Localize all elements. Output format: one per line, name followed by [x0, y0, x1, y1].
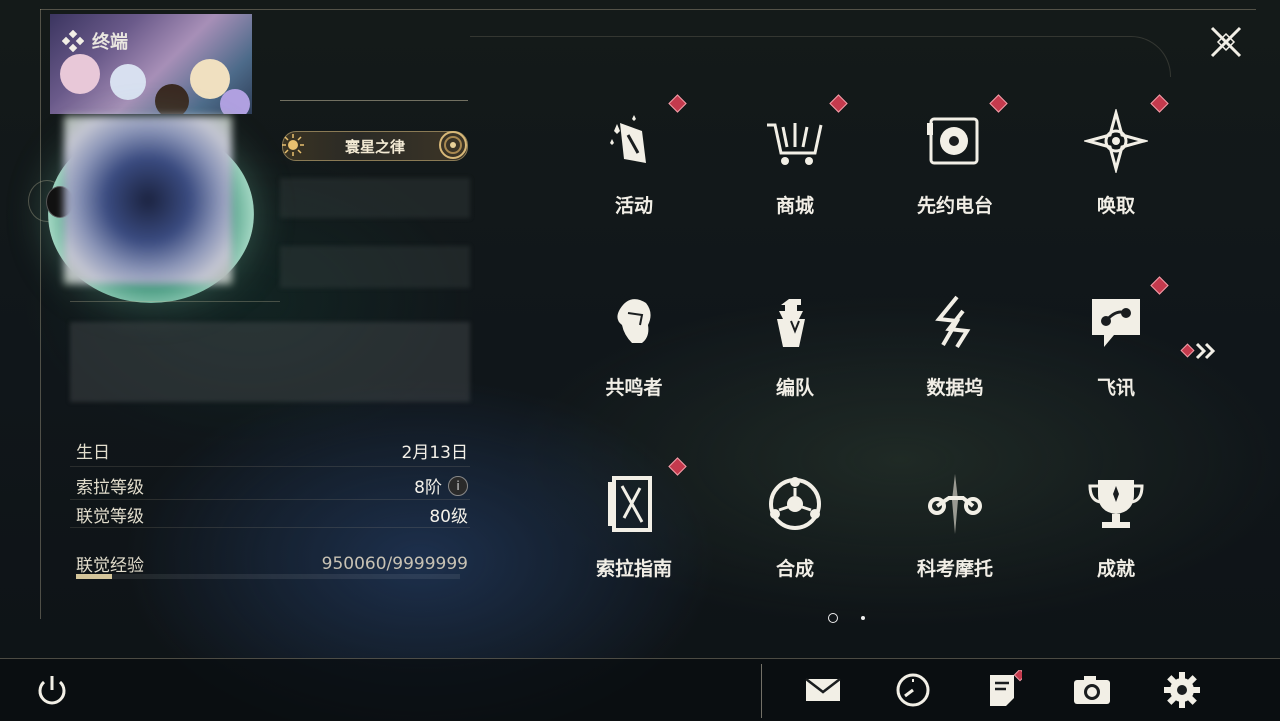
next-page-alert-dot	[1180, 343, 1195, 358]
settings-icon	[1164, 672, 1200, 708]
alert-dot	[829, 94, 848, 113]
settings-button[interactable]	[1162, 670, 1202, 710]
alert-dot	[989, 94, 1008, 113]
union-level-value: 80级	[429, 507, 468, 527]
menu-item-team[interactable]: 编队	[715, 267, 875, 427]
row-divider	[70, 499, 470, 500]
union-exp-label: 联觉经验	[76, 556, 144, 576]
menu-item-motorcycle[interactable]: 科考摩托	[875, 448, 1035, 608]
motorcycle-icon	[928, 474, 982, 534]
menu-item-convene[interactable]: 唤取	[1036, 85, 1196, 245]
menu-item-guidebook[interactable]: 索拉指南	[554, 448, 714, 608]
menu-item-label: 先约电台	[916, 195, 993, 217]
terminal-icon	[62, 30, 84, 52]
menu-item-label: 活动	[614, 195, 653, 217]
menu-item-label: 唤取	[1096, 195, 1135, 217]
next-page-button[interactable]	[1180, 340, 1220, 362]
info-icon[interactable]: i	[448, 475, 468, 496]
notice-button[interactable]	[982, 668, 1027, 710]
achievement-icon	[1088, 480, 1144, 528]
title-badge[interactable]: 寰星之律	[282, 131, 468, 161]
notice-alert-dot	[1013, 668, 1027, 682]
player-id-redacted	[280, 246, 470, 288]
team-icon	[777, 299, 805, 347]
shop-icon	[767, 123, 823, 165]
union-level-label: 联觉等级	[76, 507, 144, 527]
menu-item-label: 合成	[775, 558, 814, 580]
menu-item-label: 索拉指南	[595, 558, 672, 580]
sun-badge-icon	[282, 134, 304, 156]
birthday-row: 生日 2月13日	[76, 438, 468, 463]
page-title: 终端	[62, 28, 128, 54]
clock-icon	[896, 673, 930, 707]
camera-icon	[1074, 676, 1110, 704]
menu-item-label: 共鸣者	[605, 377, 663, 399]
signature-redacted[interactable]	[70, 322, 470, 402]
resonator-icon	[617, 299, 651, 343]
union-exp-progress-fill	[76, 574, 113, 579]
badge-ring-icon	[439, 131, 467, 159]
menu-item-messages[interactable]: 飞讯	[1036, 267, 1196, 427]
menu-item-radio[interactable]: 先约电台	[875, 85, 1035, 245]
birthday-value: 2月13日	[401, 443, 468, 463]
convene-icon	[1084, 109, 1148, 173]
menu-item-shop[interactable]: 商城	[715, 85, 875, 245]
power-button[interactable]	[32, 670, 72, 710]
synthesis-icon	[769, 477, 821, 530]
row-divider	[70, 466, 470, 467]
player-name-redacted	[280, 178, 470, 218]
menu-item-label: 编队	[775, 377, 814, 399]
databank-icon	[935, 295, 971, 349]
close-icon	[1210, 26, 1242, 58]
menu-item-synthesis[interactable]: 合成	[715, 448, 875, 608]
menu-item-label: 飞讯	[1096, 377, 1135, 399]
menu-item-label: 科考摩托	[916, 558, 993, 580]
page-dot[interactable]	[861, 616, 865, 620]
power-icon	[38, 676, 66, 705]
guidebook-icon	[608, 476, 652, 532]
mail-icon	[805, 678, 841, 701]
messages-icon	[1092, 299, 1140, 347]
sola-level-label: 索拉等级	[76, 478, 144, 498]
camera-button[interactable]	[1072, 670, 1112, 710]
frame-top-line	[40, 9, 1256, 10]
mail-button[interactable]	[803, 670, 843, 710]
frame-left-line	[40, 9, 41, 619]
union-exp-value: 950060/9999999	[321, 553, 468, 574]
union-level-row: 联觉等级 80级	[76, 502, 468, 527]
menu-item-label: 商城	[775, 195, 814, 217]
frame-arc	[470, 36, 1171, 77]
sola-level-row: 索拉等级 8阶 i	[76, 473, 468, 498]
sola-level-value: 8阶	[414, 478, 442, 498]
clock-button[interactable]	[893, 670, 933, 710]
page-title-text: 终端	[92, 32, 128, 53]
menu-item-databank[interactable]: 数据坞	[875, 267, 1035, 427]
menu-item-resonator[interactable]: 共鸣者	[554, 267, 714, 427]
union-exp-row: 联觉经验 950060/9999999	[76, 551, 468, 577]
close-button[interactable]	[1208, 24, 1244, 60]
menu-item-achievement[interactable]: 成就	[1036, 448, 1196, 608]
signature-divider	[70, 301, 280, 302]
avatar[interactable]	[64, 116, 232, 284]
menu-item-label: 成就	[1096, 558, 1135, 580]
events-icon	[610, 115, 646, 163]
menu-item-label: 数据坞	[926, 377, 984, 399]
title-badge-label: 寰星之律	[344, 137, 405, 156]
alert-dot	[1150, 94, 1169, 113]
page-dot-active[interactable]	[828, 613, 838, 623]
menu-item-events[interactable]: 活动	[554, 85, 714, 245]
radio-icon	[927, 117, 979, 165]
name-underline	[280, 100, 468, 101]
row-divider	[70, 527, 470, 528]
alert-dot	[668, 94, 687, 113]
sola-level-value-group: 8阶 i	[414, 473, 468, 498]
notice-icon	[990, 668, 1027, 706]
union-exp-progress-bar	[76, 574, 460, 579]
bottom-divider	[761, 664, 762, 718]
alert-dot	[668, 457, 687, 476]
birthday-label: 生日	[76, 443, 110, 463]
alert-dot	[1150, 276, 1169, 295]
